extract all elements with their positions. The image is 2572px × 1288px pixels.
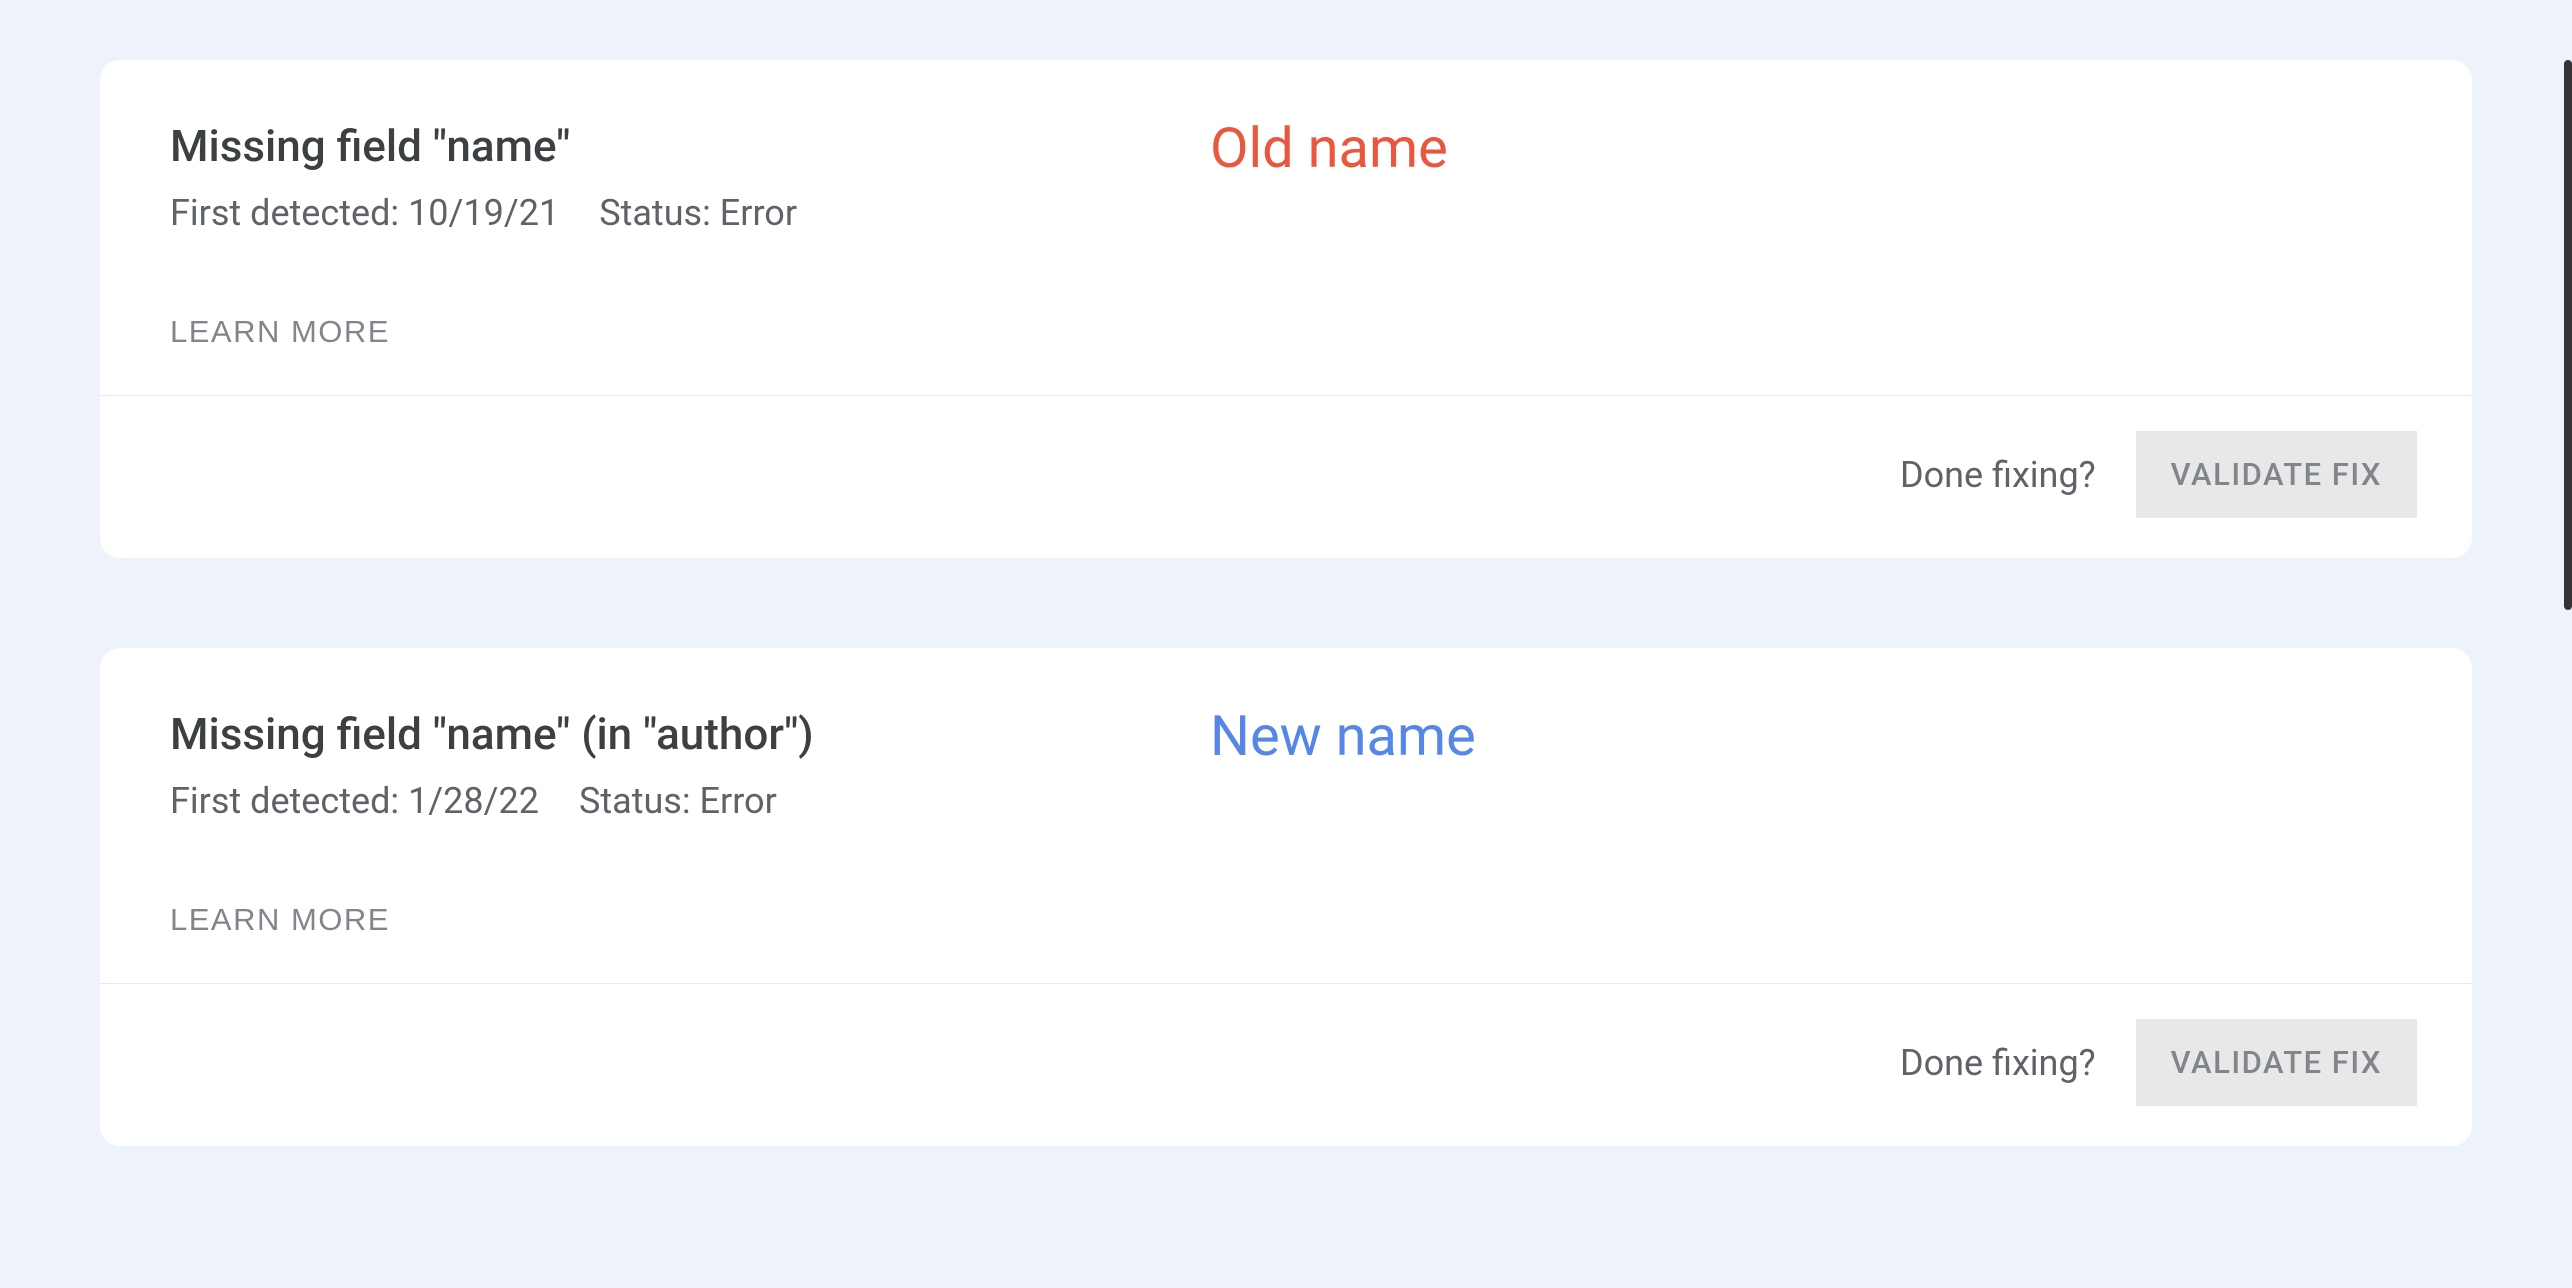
- first-detected-label: First detected:: [170, 780, 399, 822]
- status-value: Error: [700, 780, 777, 822]
- status-label: Status:: [579, 780, 691, 822]
- status-label: Status:: [599, 192, 711, 234]
- scrollbar[interactable]: [2564, 60, 2572, 610]
- done-fixing-label: Done fixing?: [1900, 1042, 2096, 1084]
- first-detected-label: First detected:: [170, 192, 399, 234]
- validate-fix-button[interactable]: VALIDATE FIX: [2136, 1019, 2417, 1106]
- learn-more-link[interactable]: LEARN MORE: [170, 902, 390, 938]
- first-detected: First detected: 1/28/22: [170, 780, 539, 822]
- card-header: Missing field "name" (in "author") First…: [100, 648, 2472, 983]
- annotation-new-name: New name: [1210, 703, 1476, 769]
- status: Status: Error: [579, 780, 777, 822]
- card-header: Missing field "name" First detected: 10/…: [100, 60, 2472, 395]
- first-detected-value: 1/28/22: [408, 780, 539, 822]
- status-value: Error: [720, 192, 797, 234]
- status: Status: Error: [599, 192, 797, 234]
- error-card: Missing field "name" First detected: 10/…: [100, 60, 2472, 558]
- card-footer: Done fixing? VALIDATE FIX: [100, 984, 2472, 1146]
- learn-more-link[interactable]: LEARN MORE: [170, 314, 390, 350]
- error-meta: First detected: 10/19/21 Status: Error: [170, 192, 2402, 234]
- done-fixing-label: Done fixing?: [1900, 454, 2096, 496]
- error-meta: First detected: 1/28/22 Status: Error: [170, 780, 2402, 822]
- first-detected-value: 10/19/21: [408, 192, 559, 234]
- error-card: Missing field "name" (in "author") First…: [100, 648, 2472, 1146]
- first-detected: First detected: 10/19/21: [170, 192, 559, 234]
- validate-fix-button[interactable]: VALIDATE FIX: [2136, 431, 2417, 518]
- annotation-old-name: Old name: [1210, 115, 1448, 181]
- card-footer: Done fixing? VALIDATE FIX: [100, 396, 2472, 558]
